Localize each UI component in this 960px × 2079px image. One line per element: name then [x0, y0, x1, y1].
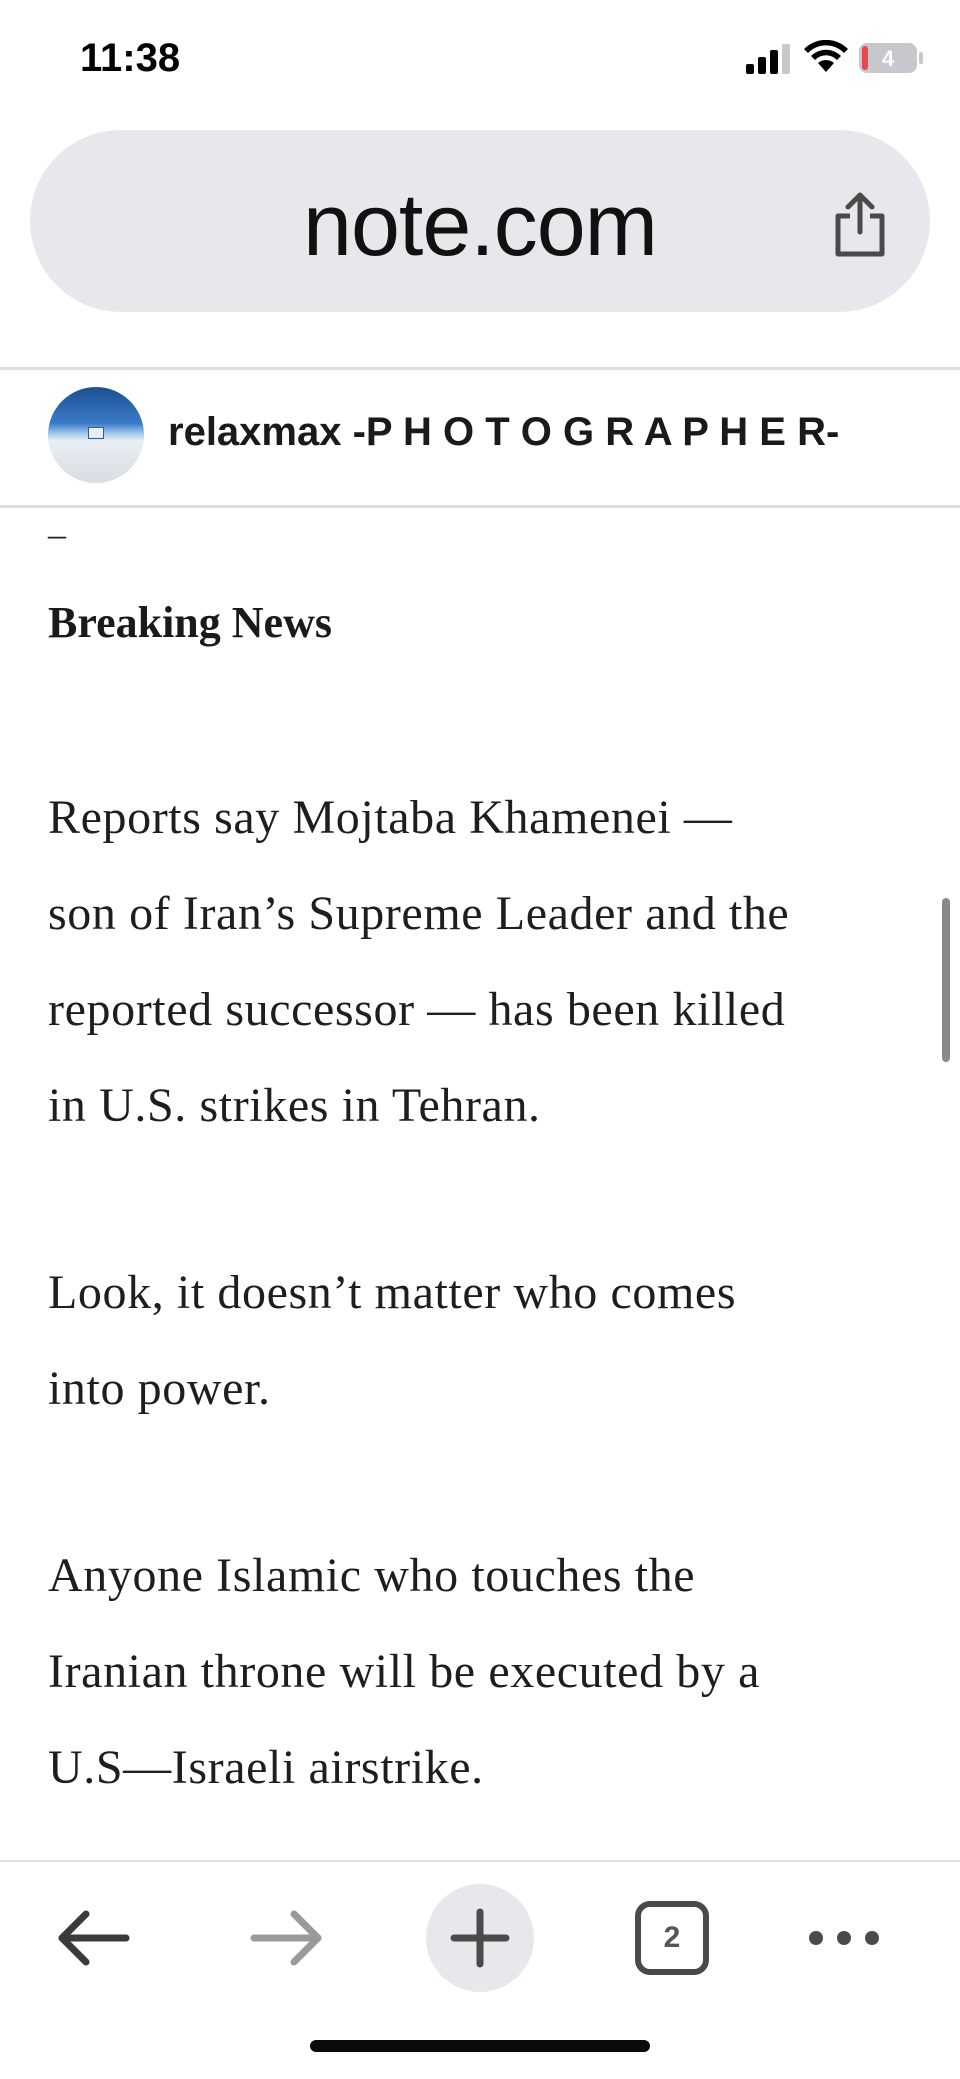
signal-icon — [746, 44, 790, 74]
status-time: 11:38 — [80, 36, 181, 80]
avatar[interactable] — [48, 387, 144, 483]
tab-count: 2 — [663, 1921, 681, 1954]
forward-arrow-icon — [250, 1910, 322, 1966]
paragraph-line: U.S—Israeli airstrike. — [48, 1741, 484, 1794]
plus-icon — [450, 1908, 510, 1968]
home-indicator[interactable] — [310, 2040, 650, 2052]
paragraph-line: Iranian throne will be executed by a — [48, 1645, 760, 1698]
avatar-house-shape — [88, 427, 104, 439]
author-divider — [0, 505, 960, 508]
paragraph-3: Anyone Islamic who touches the Iranian t… — [48, 1528, 928, 1816]
paragraph-line: reported successor — has been killed — [48, 983, 786, 1036]
paragraph-2: Look, it doesn’t matter who comes into p… — [48, 1245, 928, 1437]
top-divider — [0, 367, 960, 370]
more-button[interactable] — [790, 1884, 898, 1992]
url-text[interactable]: note.com — [30, 174, 930, 276]
author-name[interactable]: relaxmax -P H O T O G R A P H E R- — [168, 410, 839, 455]
tabs-button[interactable]: 2 — [618, 1884, 726, 1992]
forward-button[interactable] — [232, 1884, 340, 1992]
separator-dash: – — [48, 514, 66, 554]
paragraph-line: Anyone Islamic who touches the — [48, 1549, 696, 1602]
battery-icon: 4 — [859, 43, 923, 73]
paragraph-line: in U.S. strikes in Tehran. — [48, 1079, 541, 1132]
status-bar: 11:38 4 — [0, 0, 960, 120]
paragraph-line: Look, it doesn’t matter who comes — [48, 1266, 737, 1319]
new-tab-button[interactable] — [426, 1884, 534, 1992]
author-bar[interactable]: relaxmax -P H O T O G R A P H E R- — [0, 372, 960, 505]
paragraph-line: son of Iran’s Supreme Leader and the — [48, 887, 790, 940]
scrollbar[interactable] — [942, 898, 950, 1062]
battery-level: 4 — [882, 46, 895, 71]
paragraph-line: into power. — [48, 1362, 271, 1415]
browser-page: 11:38 4 note.com relaxmax -P H O T O G R… — [0, 0, 960, 2079]
share-icon[interactable] — [830, 192, 890, 258]
paragraph-1: Reports say Mojtaba Khamenei — son of Ir… — [48, 770, 928, 1154]
more-icon — [809, 1931, 879, 1945]
wifi-icon — [804, 40, 848, 72]
paragraph-line: Reports say Mojtaba Khamenei — — [48, 791, 733, 844]
back-arrow-icon — [58, 1910, 130, 1966]
address-bar[interactable]: note.com — [30, 130, 930, 312]
back-button[interactable] — [40, 1884, 148, 1992]
article-heading: Breaking News — [48, 598, 332, 647]
